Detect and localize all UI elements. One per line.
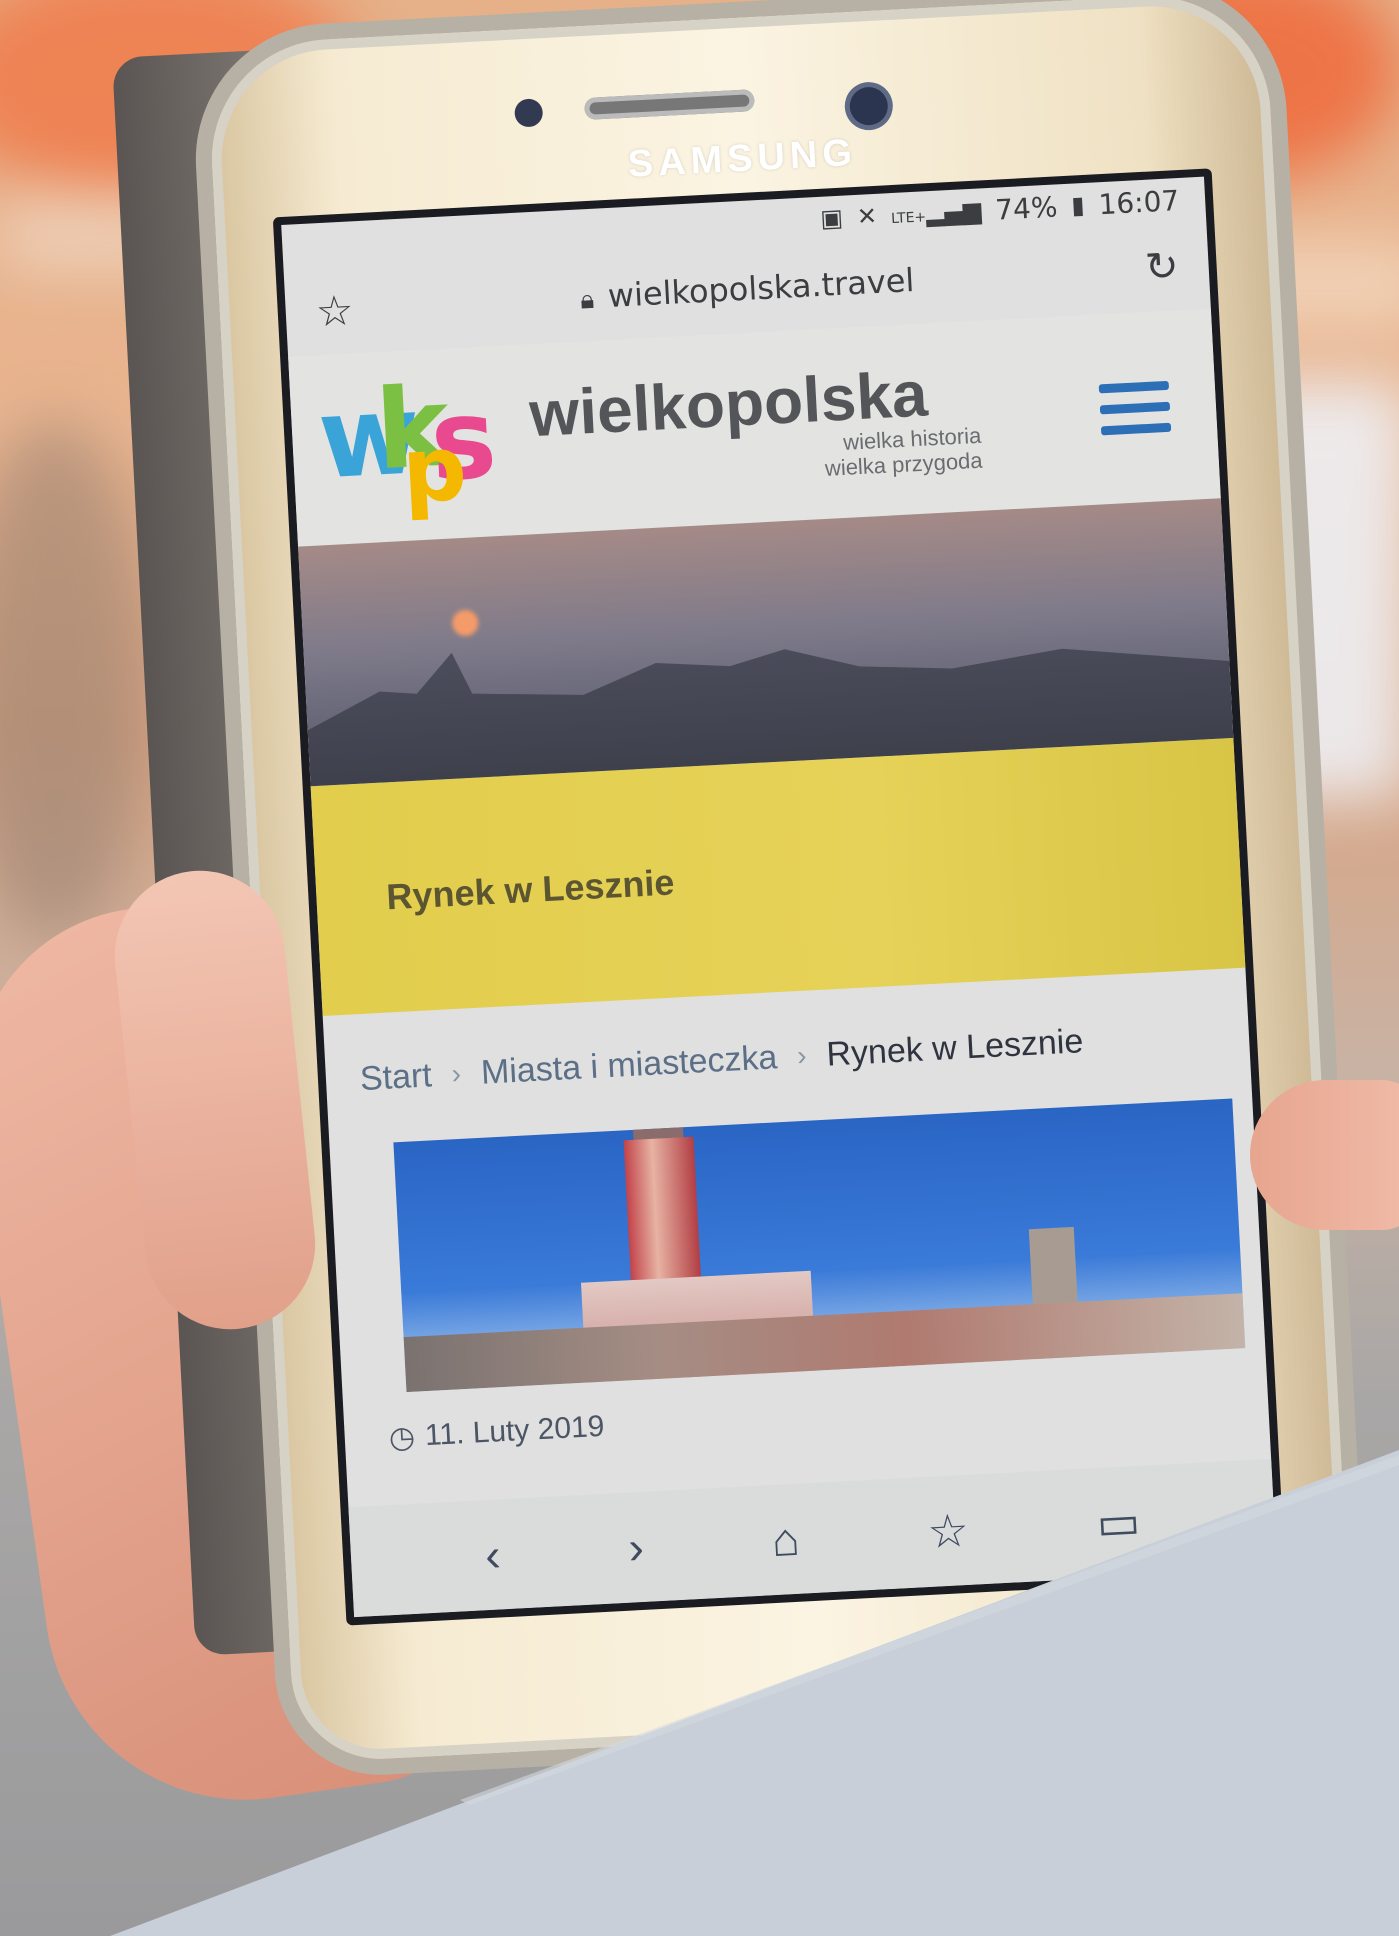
url-text: wielkopolska.travel	[606, 261, 916, 316]
address-field[interactable]: 🔒︎ wielkopolska.travel	[435, 253, 1060, 324]
logo-letter: p	[399, 415, 470, 524]
breadcrumb-link-start[interactable]: Start	[359, 1056, 433, 1099]
star-icon[interactable]: ☆	[314, 281, 436, 336]
screen: ▣ ✕ LTE+▂▄▆ 74% ▮ 16:07 ☆ 🔒︎ wielkopolska…	[272, 168, 1286, 1626]
site-logo[interactable]: w k s p	[315, 363, 513, 526]
chevron-right-icon: ›	[796, 1039, 808, 1072]
mute-icon: ✕	[856, 201, 878, 231]
lte-signal-icon: LTE+▂▄▆	[890, 196, 982, 228]
tabs-icon[interactable]: ▭	[1095, 1494, 1141, 1550]
page-title: Rynek w Lesznie	[385, 861, 676, 918]
bookmarks-icon[interactable]: ☆	[926, 1503, 970, 1559]
clock-icon: ◷	[387, 1420, 416, 1455]
breadcrumb-link-category[interactable]: Miasta i miasteczka	[480, 1038, 778, 1092]
battery-icon: ▮	[1070, 190, 1086, 220]
hero-image	[298, 498, 1234, 787]
forward-icon[interactable]: ›	[627, 1520, 645, 1575]
finger	[1250, 1080, 1399, 1230]
lock-icon: 🔒︎	[579, 284, 595, 316]
battery-level: 74%	[994, 189, 1059, 227]
chevron-right-icon: ›	[450, 1057, 462, 1090]
phone: SAMSUNG ▣ ✕ LTE+▂▄▆ 74% ▮ 16:07 ☆ 🔒︎ wiel…	[205, 0, 1355, 1764]
breadcrumb-current: Rynek w Lesznie	[825, 1021, 1085, 1074]
site-brand: wielkopolska wielka historia wielka przy…	[528, 352, 1103, 496]
clock: 16:07	[1097, 183, 1180, 221]
sd-card-icon: ▣	[819, 203, 844, 233]
date-text: 11. Luty 2019	[424, 1409, 606, 1453]
display: ▣ ✕ LTE+▂▄▆ 74% ▮ 16:07 ☆ 🔒︎ wielkopolska…	[281, 176, 1277, 1618]
reload-icon[interactable]: ↻	[1058, 243, 1180, 295]
back-icon[interactable]: ‹	[484, 1527, 502, 1582]
lte-label: LTE+	[890, 209, 927, 228]
home-icon[interactable]: ⌂	[770, 1512, 801, 1567]
article-photo[interactable]	[393, 1098, 1246, 1393]
menu-icon[interactable]	[1098, 380, 1172, 435]
